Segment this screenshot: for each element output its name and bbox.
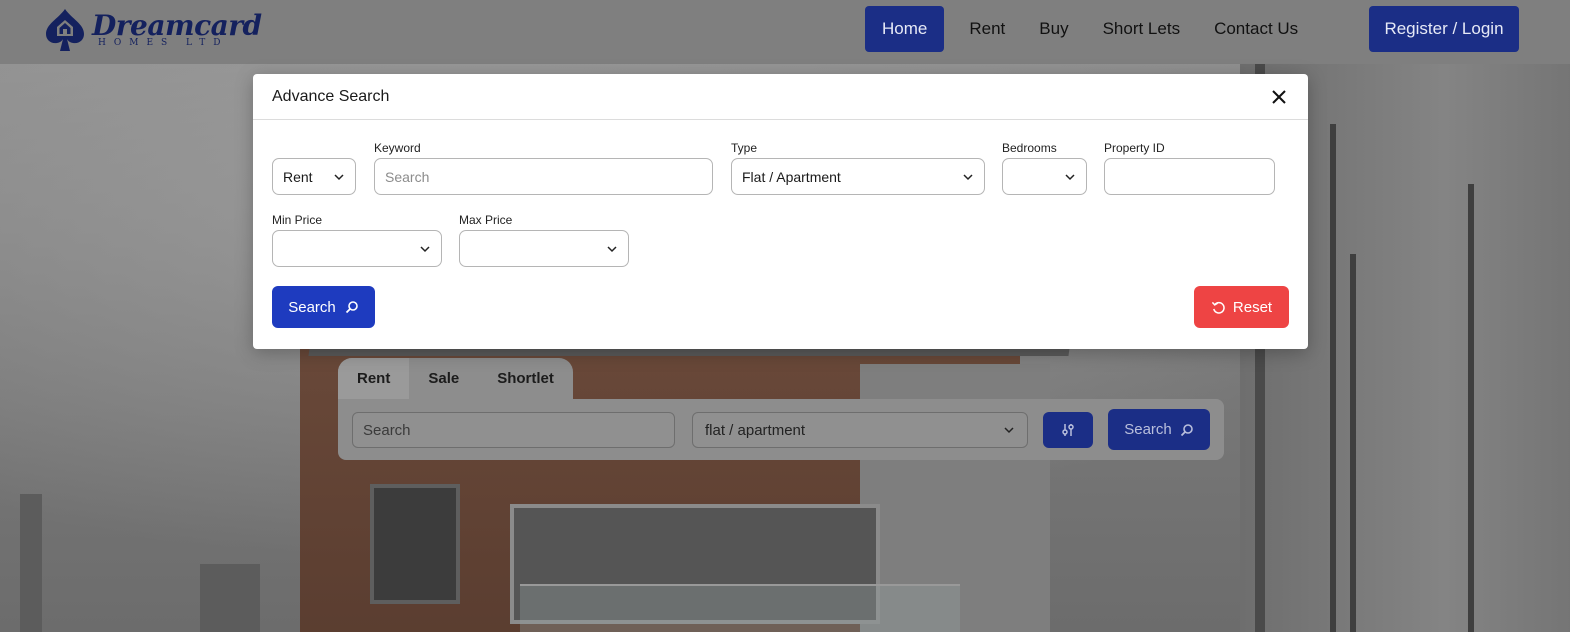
max-price-label: Max Price bbox=[459, 213, 513, 227]
max-price-field: Max Price bbox=[459, 213, 629, 267]
close-icon bbox=[1272, 89, 1286, 104]
hero-building-strip bbox=[1330, 124, 1336, 632]
property-id-label: Property ID bbox=[1104, 141, 1165, 155]
chevron-down-icon bbox=[334, 173, 344, 180]
type-value: Flat / Apartment bbox=[742, 168, 841, 185]
hero-building-strip bbox=[1468, 184, 1474, 632]
listing-type-value: Rent bbox=[283, 168, 313, 185]
filter-toggle-button[interactable] bbox=[1043, 412, 1093, 448]
advance-search-button[interactable]: Search bbox=[272, 286, 375, 328]
modal-header: Advance Search bbox=[253, 74, 1308, 120]
brand-subtitle: HOMES LTD bbox=[98, 38, 229, 48]
hero-tower bbox=[20, 494, 42, 632]
keyword-input[interactable]: Search bbox=[374, 158, 713, 195]
tab-rent[interactable]: Rent bbox=[338, 358, 410, 399]
hero-tower bbox=[200, 564, 260, 632]
tab-sale[interactable]: Sale bbox=[409, 358, 478, 399]
spade-house-logo-icon bbox=[42, 7, 88, 53]
min-price-field: Min Price bbox=[272, 213, 442, 267]
max-price-select[interactable] bbox=[459, 230, 629, 267]
hero-building-strip bbox=[1350, 254, 1356, 632]
nav-item-buy[interactable]: Buy bbox=[1022, 6, 1085, 52]
site-header: Dreamcard HOMES LTD Home Rent Buy Short … bbox=[0, 0, 1570, 64]
brand-logo[interactable]: Dreamcard HOMES LTD bbox=[42, 6, 262, 54]
hero-window bbox=[370, 484, 460, 604]
tab-shortlet[interactable]: Shortlet bbox=[478, 358, 573, 399]
nav-item-short-lets[interactable]: Short Lets bbox=[1086, 6, 1198, 52]
bedrooms-select[interactable] bbox=[1002, 158, 1087, 195]
type-field: Type Flat / Apartment bbox=[731, 141, 985, 195]
sliders-icon bbox=[1062, 424, 1074, 436]
chevron-down-icon bbox=[1065, 173, 1075, 180]
hero-balcony bbox=[520, 584, 960, 632]
quick-search-input[interactable]: Search bbox=[352, 412, 675, 448]
reset-icon bbox=[1211, 301, 1225, 314]
property-id-field: Property ID bbox=[1104, 141, 1275, 195]
min-price-label: Min Price bbox=[272, 213, 323, 227]
quick-type-value: flat / apartment bbox=[705, 421, 806, 439]
chevron-down-icon bbox=[607, 245, 617, 252]
listing-type-select[interactable]: Rent bbox=[272, 158, 356, 195]
bedrooms-label: Bedrooms bbox=[1002, 141, 1057, 155]
chevron-down-icon bbox=[963, 173, 973, 180]
type-select[interactable]: Flat / Apartment bbox=[731, 158, 985, 195]
advance-search-label: Search bbox=[288, 298, 336, 316]
quick-search-bar: Search flat / apartment Search bbox=[338, 399, 1224, 460]
nav-item-rent[interactable]: Rent bbox=[952, 6, 1022, 52]
quick-search-button[interactable]: Search bbox=[1108, 409, 1210, 450]
nav-item-home[interactable]: Home bbox=[865, 6, 945, 52]
nav-item-contact-us[interactable]: Contact Us bbox=[1197, 6, 1315, 52]
chevron-down-icon bbox=[420, 245, 430, 252]
quick-type-select[interactable]: flat / apartment bbox=[692, 412, 1028, 448]
listing-type-field: Rent bbox=[272, 158, 356, 195]
advance-search-modal: Advance Search Rent Keyword Search Type … bbox=[253, 74, 1308, 349]
listing-tabs: Rent Sale Shortlet bbox=[338, 358, 573, 399]
chevron-down-icon bbox=[1004, 427, 1014, 434]
main-nav: Home Rent Buy Short Lets Contact Us bbox=[865, 6, 1315, 52]
brand-name: Dreamcard bbox=[92, 9, 262, 42]
property-id-input[interactable] bbox=[1104, 158, 1275, 195]
keyword-label: Keyword bbox=[374, 141, 421, 155]
type-label: Type bbox=[731, 141, 758, 155]
search-icon bbox=[1180, 423, 1193, 436]
reset-label: Reset bbox=[1232, 298, 1273, 316]
modal-title: Advance Search bbox=[272, 87, 390, 105]
keyword-field: Keyword Search bbox=[374, 141, 713, 195]
search-icon bbox=[345, 301, 358, 314]
register-login-button[interactable]: Register / Login bbox=[1369, 6, 1519, 52]
reset-button[interactable]: Reset bbox=[1194, 286, 1289, 328]
close-button[interactable] bbox=[1269, 87, 1289, 107]
min-price-select[interactable] bbox=[272, 230, 442, 267]
quick-search-label: Search bbox=[1124, 421, 1172, 438]
bedrooms-field: Bedrooms bbox=[1002, 141, 1087, 195]
